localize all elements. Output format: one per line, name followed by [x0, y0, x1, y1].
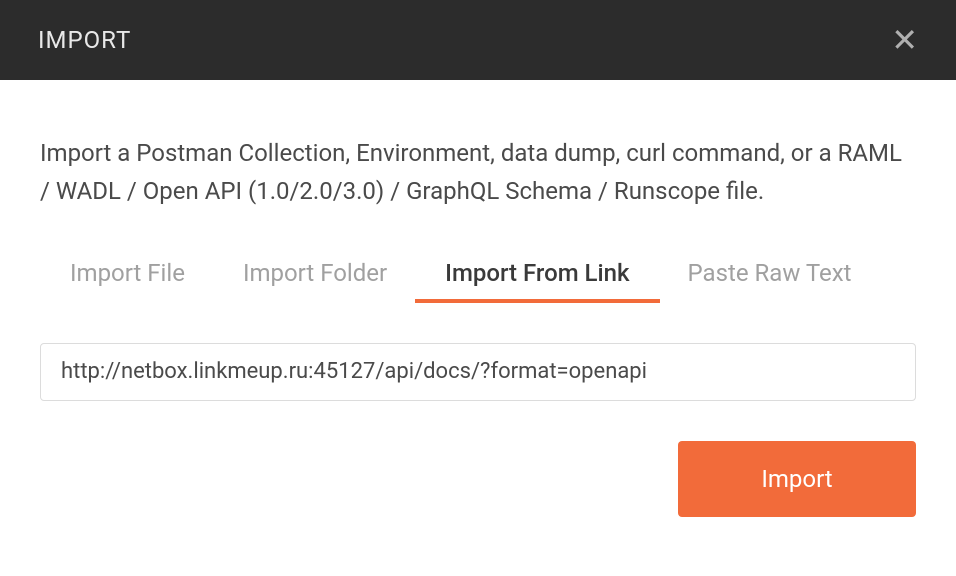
import-button[interactable]: Import — [678, 441, 916, 517]
tab-import-from-link[interactable]: Import From Link — [445, 259, 629, 303]
tab-paste-raw-text[interactable]: Paste Raw Text — [688, 259, 852, 303]
close-icon[interactable]: ✕ — [891, 24, 918, 56]
import-description: Import a Postman Collection, Environment… — [40, 134, 916, 211]
import-tabs: Import File Import Folder Import From Li… — [40, 259, 916, 303]
dialog-content: Import a Postman Collection, Environment… — [0, 80, 956, 557]
tab-import-folder[interactable]: Import Folder — [243, 259, 387, 303]
dialog-header: IMPORT ✕ — [0, 0, 956, 80]
button-row: Import — [40, 441, 916, 517]
import-url-input[interactable] — [40, 343, 916, 401]
tab-import-file[interactable]: Import File — [70, 259, 185, 303]
dialog-title: IMPORT — [38, 26, 131, 54]
